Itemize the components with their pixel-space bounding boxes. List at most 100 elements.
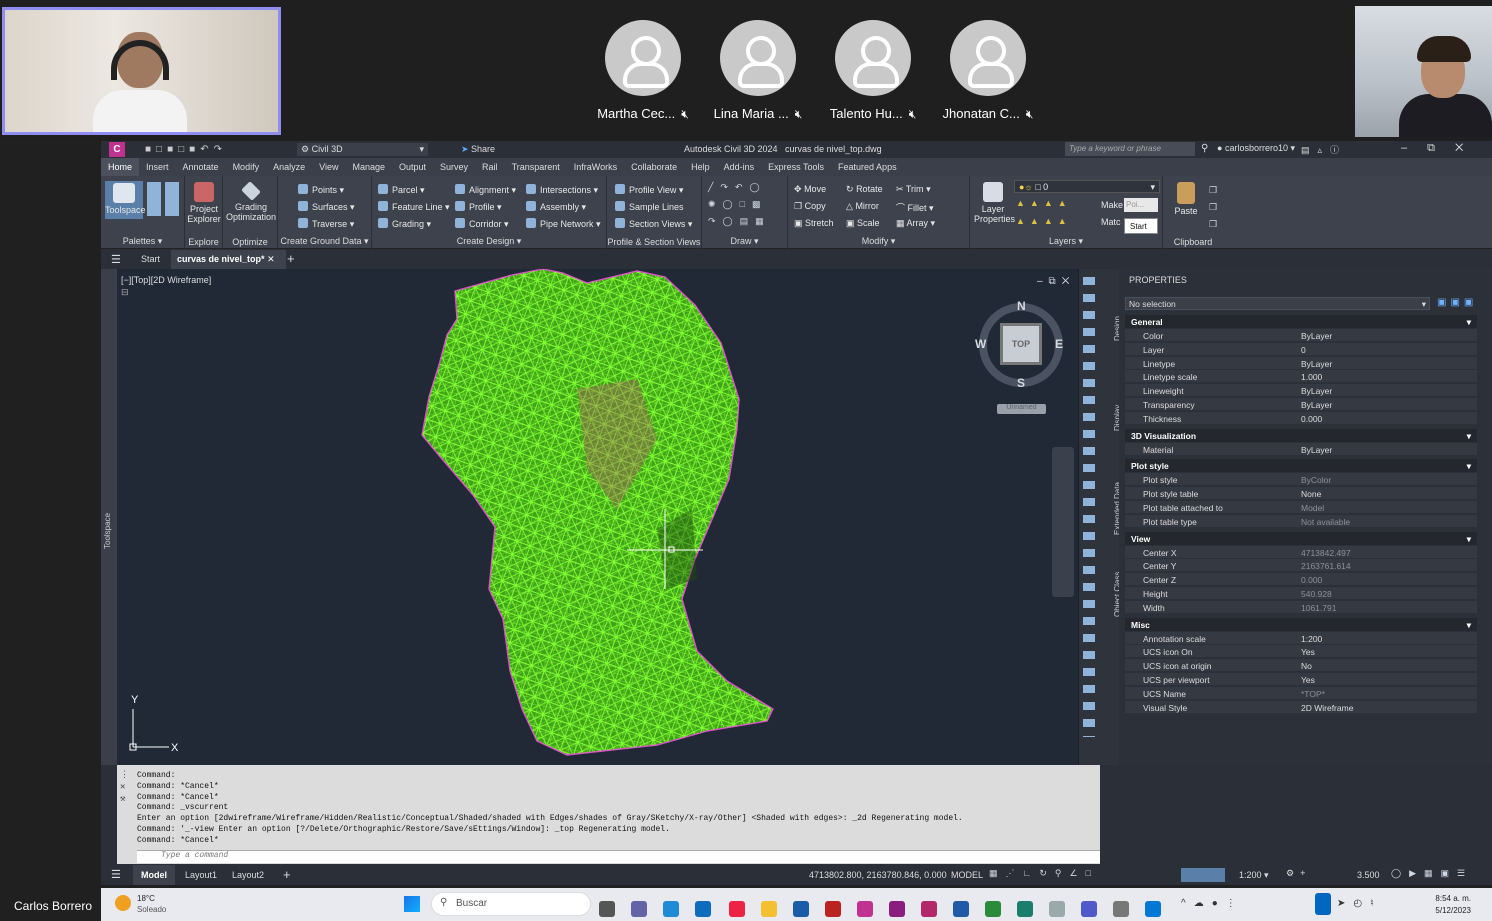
arc-tools[interactable]: ↷◯▤▦ [708,216,771,227]
active-toggle-group[interactable] [1181,868,1225,882]
ribbon-tab[interactable]: Collaborate [624,158,684,176]
property-row[interactable]: UCS Name *TOP* [1125,686,1477,700]
zoom-value[interactable]: 3.500 [1357,870,1380,880]
draw-label[interactable]: Draw ▾ [702,236,787,247]
start-tooltip-button[interactable]: Start [1124,218,1158,234]
profile-view-button[interactable]: Profile View ▾ [615,184,683,196]
property-row[interactable]: Linetype scale 1.000 [1125,370,1477,384]
weather-desc[interactable]: Soleado [137,905,166,914]
move-button[interactable]: ✥ Move [794,184,826,195]
property-row[interactable]: Height 540.928 [1125,587,1477,600]
pipe-network-button[interactable]: Pipe Network ▾ [526,218,601,230]
property-row[interactable]: Thickness 0.000 [1125,411,1477,425]
compass-west[interactable]: W [975,337,986,351]
annotation-scale[interactable]: 1:200 ▾ [1239,870,1269,881]
chevron-down-icon[interactable]: ▾ [1467,461,1471,472]
project-explorer-button[interactable]: Project Explorer [187,182,221,224]
property-row[interactable]: Linetype ByLayer [1125,356,1477,370]
status-tools[interactable]: ◯▶▦▣☰ [1391,868,1473,879]
layers-label[interactable]: Layers ▾ [970,236,1162,247]
close-icon[interactable]: ✕ [120,782,125,792]
property-row[interactable]: UCS icon On Yes [1125,645,1477,659]
property-row[interactable]: Width 1061.791 [1125,600,1477,614]
drawing-viewport[interactable]: [−][Top][2D Wireframe] ⊟ Y X –⧉✕ TOP N S… [117,269,1078,765]
minimize-icon[interactable]: – [1401,142,1427,154]
fillet-button[interactable]: ⌒ Fillet ▾ [896,201,934,214]
weather-temp[interactable]: 18°C [137,894,155,903]
compass-south[interactable]: S [1017,376,1025,390]
ribbon-tab[interactable]: Modify [226,158,267,176]
clock-time[interactable]: 8:54 a. m. [1421,894,1471,903]
ribbon-tab[interactable]: Home [101,158,140,176]
property-section-header[interactable]: View ▾ [1125,531,1477,545]
quick-access-toolbar[interactable]: ■□■□■↶↷ [145,144,227,155]
viewcube-top-face[interactable]: TOP [1003,326,1039,362]
selection-dropdown[interactable]: No selection ▾ [1125,297,1430,310]
tool-palette-strip[interactable]: Design Display Extended Data Object Clas… [1078,269,1122,765]
help-search-input[interactable]: Type a keyword or phrase [1065,142,1195,156]
coordinates-readout[interactable]: 4713802.800, 2163780.846, 0.000 [809,870,947,880]
add-layout-plus-icon[interactable]: + [283,867,291,882]
windows-start-icon[interactable] [404,896,420,912]
property-row[interactable]: Plot table attached to Model [1125,501,1477,514]
chevron-down-icon[interactable]: ▾ [1467,431,1471,442]
property-row[interactable]: Plot style ByColor [1125,473,1477,487]
section-views-button[interactable]: Section Views ▾ [615,218,692,230]
ribbon-tab[interactable]: Featured Apps [831,158,904,176]
ribbon-tab[interactable]: InfraWorks [567,158,624,176]
wrench-icon[interactable]: ⚒ [120,794,125,804]
chevron-down-icon[interactable]: ▾ [1467,317,1471,328]
compass-east[interactable]: E [1055,337,1063,351]
property-row[interactable]: Plot style table None [1125,487,1477,501]
points-button[interactable]: Points ▾ [298,184,344,196]
intersections-button[interactable]: Intersections ▾ [526,184,598,196]
create-design-label[interactable]: Create Design ▾ [372,236,606,247]
modify-label[interactable]: Modify ▾ [788,236,969,247]
ribbon-tab[interactable]: Output [392,158,433,176]
ucs-menu[interactable]: Unnamed [997,404,1046,414]
viewport-window-controls[interactable]: –⧉✕ [1037,276,1075,287]
palettes-label[interactable]: Palettes ▾ [101,236,184,247]
ribbon-tab[interactable]: Annotate [176,158,226,176]
file-tab[interactable]: curvas de nivel_top* ✕ [171,250,286,269]
mic-icon[interactable] [1315,893,1331,915]
toolspace-strip[interactable]: Toolspace [101,269,117,765]
workspace-select[interactable]: ⚙ Civil 3D ▾ [297,143,428,156]
hamburger-icon[interactable]: ☰ [111,868,121,881]
property-section-header[interactable]: Plot style ▾ [1125,459,1477,473]
parcel-button[interactable]: Parcel ▾ [378,184,425,196]
property-row[interactable]: Annotation scale 1:200 [1125,631,1477,645]
layout1-tab[interactable]: Layout1 [185,870,217,880]
window-controls[interactable]: –⧉✕ [1401,142,1483,155]
ribbon-tab[interactable]: Survey [433,158,475,176]
tray-icons[interactable]: ^☁●⋮ [1181,898,1244,909]
search-icon[interactable]: ⚲ [1201,143,1208,154]
taskbar-search[interactable]: ⚲ Buscar [431,892,591,916]
palette-icons[interactable] [147,182,181,216]
toolspace-button[interactable]: Toolspace [105,181,146,219]
ribbon-tab[interactable]: View [312,158,345,176]
property-row[interactable]: Material ByLayer [1125,442,1477,456]
profile-button[interactable]: Profile ▾ [455,201,502,213]
model-space-toggle[interactable]: MODEL [951,870,983,880]
make-current-button[interactable]: Make [1101,200,1123,210]
stretch-button[interactable]: ▣ Stretch [794,218,834,229]
ribbon-tab[interactable]: Transparent [505,158,567,176]
hamburger-icon[interactable]: ☰ [111,253,121,266]
rotate-button[interactable]: ↻ Rotate [846,184,883,195]
property-row[interactable]: Center Y 2163761.614 [1125,559,1477,573]
ribbon-tab[interactable]: Rail [475,158,505,176]
network-volume-icons[interactable]: ➤◴♮ [1337,898,1382,909]
title-tools[interactable]: ▤▵ⓘ [1301,143,1347,156]
close-icon[interactable]: ✕ [267,254,275,264]
ribbon-tab[interactable]: Express Tools [761,158,831,176]
gear-icon[interactable]: ⚙+ [1286,868,1311,879]
layout2-tab[interactable]: Layout2 [232,870,264,880]
model-tab[interactable]: Model [133,865,175,885]
clipboard-tools[interactable]: ❐ ❐ ❐ [1209,182,1217,233]
compass-north[interactable]: N [1017,299,1026,313]
property-row[interactable]: Center X 4713842.497 [1125,545,1477,559]
app-logo-icon[interactable]: C [109,142,125,157]
property-row[interactable]: Layer 0 [1125,342,1477,356]
clock-date[interactable]: 5/12/2023 [1421,906,1471,915]
